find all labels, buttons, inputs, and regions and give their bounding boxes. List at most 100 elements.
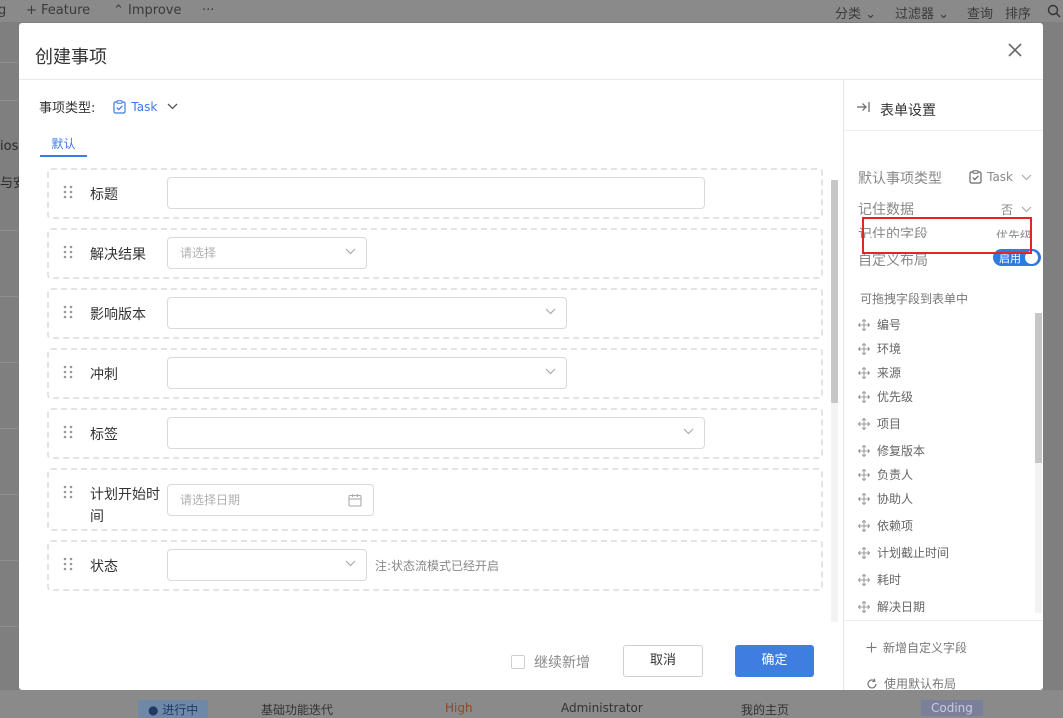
draggable-field-label: 计划截止时间 (877, 546, 950, 560)
bg-row-text: ios (0, 139, 19, 154)
draggable-field-label: 耗时 (877, 573, 902, 587)
field-tags[interactable]: 标签 (47, 408, 823, 459)
cancel-button[interactable]: 取消 (623, 645, 703, 677)
field-label: 标签 (90, 427, 118, 443)
tab-default[interactable]: 默认 (40, 135, 87, 157)
bg-filter-button: 过滤器 ⌄ (895, 7, 950, 22)
chevron-down-icon (545, 308, 556, 315)
draggable-field[interactable]: 编号 (858, 316, 901, 333)
drag-handle-icon[interactable] (63, 365, 73, 379)
affected-version-select[interactable] (167, 297, 567, 329)
form-scrollbar-thumb[interactable] (831, 180, 838, 403)
move-icon (858, 468, 870, 481)
default-issue-type-select[interactable]: Task (969, 170, 1032, 184)
add-custom-field-button[interactable]: 新增自定义字段 (866, 639, 967, 656)
bg-more-button: ··· (202, 3, 215, 18)
issue-type-label: 事项类型: (39, 101, 96, 116)
field-label: 标题 (90, 187, 118, 203)
form-area: 事项类型: Task 默认 标题 解决结果 请选择 影响版本 冲刺 标签 计划开… (19, 80, 844, 690)
tags-select[interactable] (167, 417, 705, 449)
move-icon (858, 444, 870, 457)
task-checkbox-icon (969, 170, 982, 184)
field-sprint[interactable]: 冲刺 (47, 348, 823, 399)
form-settings-panel: 表单设置 默认事项类型 Task 记住数据 否 记住的字段 优先级 自定义布局 (843, 80, 1043, 690)
draggable-field[interactable]: 环境 (858, 340, 901, 357)
field-affected-version[interactable]: 影响版本 (47, 288, 823, 339)
draggable-field[interactable]: 耗时 (858, 571, 901, 588)
drag-handle-icon[interactable] (63, 245, 73, 259)
use-default-layout-label: 使用默认布局 (884, 677, 957, 690)
draggable-field[interactable]: 计划截止时间 (858, 544, 949, 561)
draggable-field[interactable]: 来源 (858, 364, 901, 381)
move-icon (858, 366, 870, 379)
draggable-field[interactable]: 依赖项 (858, 517, 913, 534)
move-icon (858, 342, 870, 355)
drag-handle-icon[interactable] (63, 557, 73, 571)
remember-data-label: 记住数据 (858, 202, 914, 218)
task-checkbox-icon (113, 99, 126, 114)
issue-type-row: 事项类型: Task (39, 97, 183, 116)
draggable-field[interactable]: 项目 (858, 415, 901, 432)
close-icon[interactable] (1005, 40, 1025, 60)
draggable-field-label: 协助人 (877, 492, 914, 506)
highlight-annotation-box (862, 217, 1032, 254)
bg-divider (0, 494, 18, 495)
move-icon (858, 417, 870, 430)
title-input[interactable] (167, 177, 705, 209)
bg-divider (0, 62, 18, 63)
bg-status-badge: ● 进行中 (138, 700, 209, 718)
draggable-field[interactable]: 协助人 (858, 490, 913, 507)
move-icon (858, 600, 870, 613)
move-icon (858, 492, 870, 505)
bg-divider (0, 428, 18, 429)
collapse-panel-icon[interactable] (856, 101, 872, 113)
status-flow-hint: 注:状态流模式已经开启 (375, 559, 500, 573)
remember-data-select[interactable]: 否 (1001, 201, 1032, 218)
drag-handle-icon[interactable] (63, 185, 73, 199)
planned-start-date-picker[interactable]: 请选择日期 (167, 484, 374, 516)
chevron-down-icon (345, 560, 356, 567)
draggable-field[interactable]: 负责人 (858, 466, 913, 483)
bg-home-cell: 我的主页 (741, 703, 790, 717)
custom-layout-label: 自定义布局 (858, 253, 928, 269)
drag-handle-icon[interactable] (63, 485, 73, 499)
draggable-field[interactable]: 优先级 (858, 388, 913, 405)
drag-handle-icon[interactable] (63, 305, 73, 319)
plus-icon (866, 642, 877, 653)
resolution-select[interactable]: 请选择 (167, 237, 367, 269)
continue-checkbox-label[interactable]: 继续新增 (534, 652, 590, 672)
field-planned-start[interactable]: 计划开始时间 请选择日期 (47, 468, 823, 531)
remember-data-value: 否 (1000, 203, 1013, 217)
bg-divider (0, 362, 18, 363)
background-toolbar: g + Feature ⌃ Improve ··· 分类 ⌄ 过滤器 ⌄ 查询 … (0, 0, 1063, 22)
draggable-field-label: 依赖项 (877, 519, 914, 533)
move-icon (858, 546, 870, 559)
draggable-field-label: 负责人 (877, 468, 914, 482)
draggable-field-label: 来源 (877, 366, 902, 380)
field-status[interactable]: 状态 注:状态流模式已经开启 (47, 540, 823, 591)
chevron-down-icon (1021, 174, 1032, 180)
field-label: 状态 (90, 559, 118, 575)
fields-scrollbar-thumb[interactable] (1035, 313, 1042, 463)
continue-checkbox[interactable] (511, 655, 525, 669)
use-default-layout-button[interactable]: 使用默认布局 (866, 675, 956, 690)
status-select[interactable] (167, 549, 367, 581)
bg-divider (0, 296, 18, 297)
chevron-down-icon (1021, 206, 1032, 213)
sprint-select[interactable] (167, 357, 567, 389)
confirm-button[interactable]: 确定 (735, 645, 814, 677)
chevron-down-icon (167, 103, 178, 110)
draggable-field-label: 解决日期 (877, 600, 926, 613)
drag-handle-icon[interactable] (63, 425, 73, 439)
draggable-field[interactable]: 解决日期 (858, 598, 925, 613)
form-field-list: 标题 解决结果 请选择 影响版本 冲刺 标签 计划开始时间 请选择日期 状态 注… (47, 168, 823, 598)
field-title[interactable]: 标题 (47, 168, 823, 219)
issue-type-select[interactable]: Task (113, 100, 183, 114)
field-resolution[interactable]: 解决结果 请选择 (47, 228, 823, 279)
dialog-title: 创建事项 (35, 47, 107, 68)
default-issue-type-row: 默认事项类型 Task (858, 168, 1032, 188)
draggable-field-label: 优先级 (877, 390, 914, 404)
settings-panel-actions: 新增自定义字段 使用默认布局 (844, 620, 1043, 690)
draggable-field[interactable]: 修复版本 (858, 442, 925, 459)
settings-panel-header: 表单设置 (844, 80, 1043, 131)
